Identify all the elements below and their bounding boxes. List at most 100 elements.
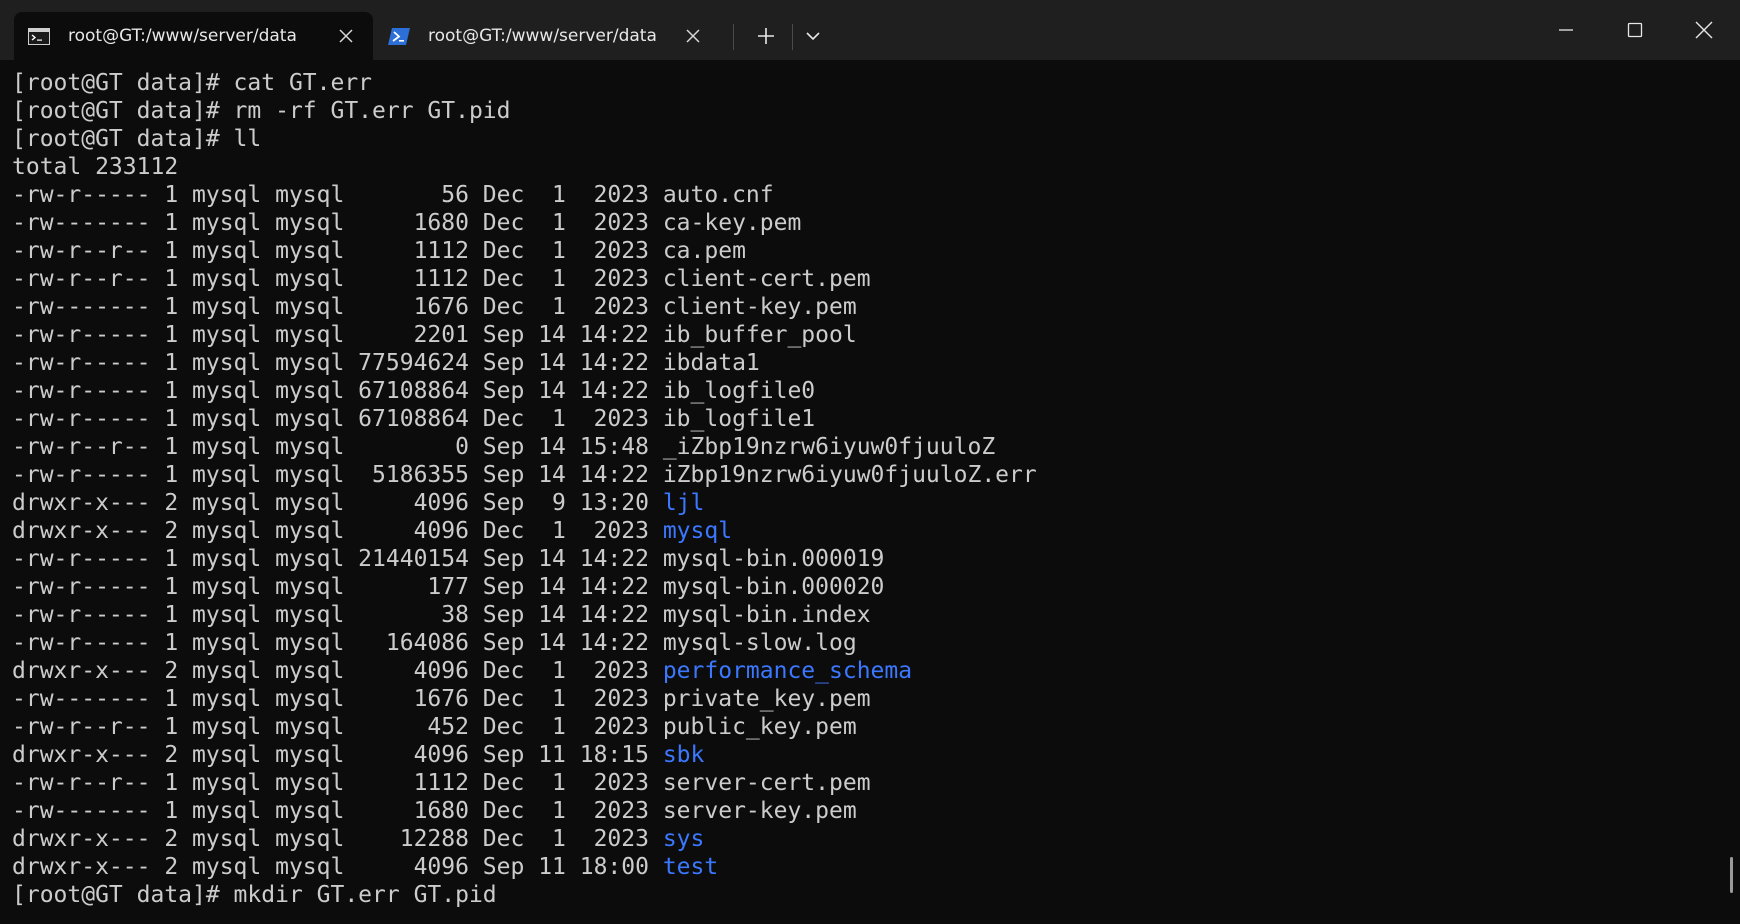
file-name: mysql-bin.000019 [662, 546, 885, 572]
file-name: mysql-bin.index [662, 602, 871, 628]
terminal-line: drwxr-x--- 2 mysql mysql 4096 Dec 1 2023… [12, 517, 1740, 545]
tab-close-button[interactable] [329, 19, 363, 53]
file-name: ibdata1 [662, 350, 760, 376]
file-name: server-key.pem [662, 798, 857, 824]
line-text: total 233112 [12, 154, 179, 180]
line-text: drwxr-x--- 2 mysql mysql 12288 Dec 1 202… [12, 826, 663, 852]
line-text: -rw-r--r-- 1 mysql mysql 452 Dec 1 2023 [12, 714, 663, 740]
terminal-line: -rw-r--r-- 1 mysql mysql 452 Dec 1 2023 … [12, 713, 1740, 741]
line-text: drwxr-x--- 2 mysql mysql 4096 Sep 11 18:… [12, 854, 663, 880]
terminal-line: -rw-r----- 1 mysql mysql 67108864 Sep 14… [12, 377, 1740, 405]
line-text: -rw-r----- 1 mysql mysql 38 Sep 14 14:22 [12, 602, 663, 628]
tab-title: root@GT:/www/server/data [428, 26, 657, 46]
terminal-line: drwxr-x--- 2 mysql mysql 4096 Dec 1 2023… [12, 657, 1740, 685]
line-text: -rw-r----- 1 mysql mysql 164086 Sep 14 1… [12, 630, 663, 656]
title-bar: root@GT:/www/server/data root@GT:/www/se… [0, 0, 1740, 60]
file-name: _iZbp19nzrw6iyuw0fjuuloZ [662, 434, 996, 460]
terminal-line: drwxr-x--- 2 mysql mysql 4096 Sep 9 13:2… [12, 489, 1740, 517]
directory-name: sbk [662, 742, 705, 768]
tab-close-button[interactable] [676, 19, 710, 53]
line-text: -rw-r----- 1 mysql mysql 2201 Sep 14 14:… [12, 322, 663, 348]
terminal-line: -rw-r----- 1 mysql mysql 5186355 Sep 14 … [12, 461, 1740, 489]
file-name: ca-key.pem [662, 210, 802, 236]
line-text: -rw-r--r-- 1 mysql mysql 0 Sep 14 15:48 [12, 434, 663, 460]
line-text: drwxr-x--- 2 mysql mysql 4096 Dec 1 2023 [12, 658, 663, 684]
line-text: [root@GT data]# rm -rf GT.err GT.pid [12, 98, 511, 124]
line-text: -rw------- 1 mysql mysql 1680 Dec 1 2023 [12, 798, 663, 824]
tab-separator [792, 24, 793, 50]
file-name: mysql-bin.000020 [662, 574, 885, 600]
terminal-line: [root@GT data]# mkdir GT.err GT.pid [12, 881, 1740, 909]
line-text: -rw-r--r-- 1 mysql mysql 1112 Dec 1 2023 [12, 770, 663, 796]
line-text: -rw------- 1 mysql mysql 1680 Dec 1 2023 [12, 210, 663, 236]
terminal-output[interactable]: [root@GT data]# cat GT.err [root@GT data]… [0, 60, 1740, 924]
terminal-line: drwxr-x--- 2 mysql mysql 4096 Sep 11 18:… [12, 853, 1740, 881]
line-text: [root@GT data]# mkdir GT.err GT.pid [12, 882, 497, 908]
close-icon [1695, 21, 1713, 39]
close-icon [339, 29, 353, 43]
minimize-button[interactable] [1532, 0, 1600, 60]
maximize-icon [1627, 22, 1643, 38]
terminal-line: -rw------- 1 mysql mysql 1680 Dec 1 2023… [12, 209, 1740, 237]
tab-dropdown-button[interactable] [800, 17, 826, 55]
terminal-line: -rw-r--r-- 1 mysql mysql 1112 Dec 1 2023… [12, 237, 1740, 265]
line-text: drwxr-x--- 2 mysql mysql 4096 Dec 1 2023 [12, 518, 663, 544]
terminal-line: [root@GT data]# rm -rf GT.err GT.pid [12, 97, 1740, 125]
terminal-line: drwxr-x--- 2 mysql mysql 12288 Dec 1 202… [12, 825, 1740, 853]
line-text: -rw-r----- 1 mysql mysql 67108864 Sep 14… [12, 378, 663, 404]
file-name: public_key.pem [662, 714, 857, 740]
directory-name: performance_schema [662, 658, 913, 684]
terminal-line: -rw-r----- 1 mysql mysql 56 Dec 1 2023 a… [12, 181, 1740, 209]
file-name: auto.cnf [662, 182, 774, 208]
line-text: -rw-r--r-- 1 mysql mysql 1112 Dec 1 2023 [12, 238, 663, 264]
tab-title: root@GT:/www/server/data [68, 26, 297, 46]
file-name: ib_logfile0 [662, 378, 816, 404]
terminal-line: total 233112 [12, 153, 1740, 181]
maximize-button[interactable] [1601, 0, 1669, 60]
line-text: drwxr-x--- 2 mysql mysql 4096 Sep 9 13:2… [12, 490, 663, 516]
terminal-line: -rw-r--r-- 1 mysql mysql 1112 Dec 1 2023… [12, 265, 1740, 293]
terminal-line: -rw-r--r-- 1 mysql mysql 1112 Dec 1 2023… [12, 769, 1740, 797]
terminal-line: [root@GT data]# ll [12, 125, 1740, 153]
file-name: server-cert.pem [662, 770, 871, 796]
line-text: -rw-r----- 1 mysql mysql 21440154 Sep 14… [12, 546, 663, 572]
terminal-line: -rw-r----- 1 mysql mysql 67108864 Dec 1 … [12, 405, 1740, 433]
terminal-line: drwxr-x--- 2 mysql mysql 4096 Sep 11 18:… [12, 741, 1740, 769]
file-name: iZbp19nzrw6iyuw0fjuuloZ.err [662, 462, 1037, 488]
tab-inactive[interactable]: root@GT:/www/server/data [374, 12, 720, 60]
directory-name: mysql [662, 518, 733, 544]
line-text: -rw-r----- 1 mysql mysql 67108864 Dec 1 … [12, 406, 663, 432]
line-text: -rw-r----- 1 mysql mysql 77594624 Sep 14… [12, 350, 663, 376]
line-text: -rw-r--r-- 1 mysql mysql 1112 Dec 1 2023 [12, 266, 663, 292]
terminal-line: -rw-r----- 1 mysql mysql 164086 Sep 14 1… [12, 629, 1740, 657]
line-text: -rw-r----- 1 mysql mysql 56 Dec 1 2023 [12, 182, 663, 208]
close-window-button[interactable] [1670, 0, 1738, 60]
tab-separator [733, 24, 734, 50]
terminal-line: -rw-r----- 1 mysql mysql 38 Sep 14 14:22… [12, 601, 1740, 629]
terminal-icon [28, 27, 50, 45]
scrollbar-thumb[interactable] [1730, 857, 1733, 893]
line-text: -rw------- 1 mysql mysql 1676 Dec 1 2023 [12, 686, 663, 712]
line-text: [root@GT data]# cat GT.err [12, 70, 373, 96]
new-tab-button[interactable] [747, 17, 785, 55]
directory-name: test [662, 854, 719, 880]
powershell-icon [388, 27, 410, 45]
line-text: [root@GT data]# ll [12, 126, 262, 152]
line-text: -rw-r----- 1 mysql mysql 177 Sep 14 14:2… [12, 574, 663, 600]
terminal-line: -rw-r--r-- 1 mysql mysql 0 Sep 14 15:48 … [12, 433, 1740, 461]
terminal-line: [root@GT data]# cat GT.err [12, 69, 1740, 97]
close-icon [686, 29, 700, 43]
terminal-line: -rw-r----- 1 mysql mysql 77594624 Sep 14… [12, 349, 1740, 377]
file-name: client-key.pem [662, 294, 857, 320]
file-name: ib_buffer_pool [662, 322, 857, 348]
terminal-line: -rw-r----- 1 mysql mysql 2201 Sep 14 14:… [12, 321, 1740, 349]
line-text: drwxr-x--- 2 mysql mysql 4096 Sep 11 18:… [12, 742, 663, 768]
tab-active[interactable]: root@GT:/www/server/data [14, 12, 373, 60]
minimize-icon [1559, 29, 1573, 31]
file-name: client-cert.pem [662, 266, 871, 292]
directory-name: ljl [662, 490, 705, 516]
terminal-line: -rw-r----- 1 mysql mysql 177 Sep 14 14:2… [12, 573, 1740, 601]
line-text: -rw-r----- 1 mysql mysql 5186355 Sep 14 … [12, 462, 663, 488]
directory-name: sys [662, 826, 705, 852]
plus-icon [758, 28, 774, 44]
